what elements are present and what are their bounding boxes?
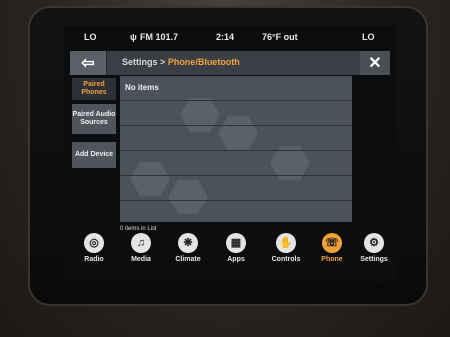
nav-label: Settings [360,256,388,263]
list-item: No items [120,76,352,101]
nav-radio[interactable]: ◎ Radio [72,230,116,282]
device-list[interactable]: No items [120,76,352,222]
nav-label: Phone [321,256,343,263]
list-row-empty [120,151,352,176]
list-row-empty [120,126,352,151]
list-row-empty [120,201,352,222]
phone-icon: ☏ [322,233,342,253]
radio-station: FM 101.7 [140,32,179,42]
nav-label: Controls [271,256,301,263]
controls-icon: ✋ [276,233,296,253]
apps-icon: ▦ [226,233,246,253]
close-icon: ✕ [368,55,382,72]
nav-climate[interactable]: ❋ Climate [166,230,210,282]
clock: 2:14 [216,32,235,42]
climate-icon: ❋ [178,233,198,253]
gear-icon: ⚙ [364,233,384,253]
nav-label: Climate [175,256,201,263]
nav-media[interactable]: ♫ Media [119,230,163,282]
list-item-text: No items [125,83,159,92]
tab-paired-audio-sources[interactable]: Paired Audio Sources [72,104,116,134]
tab-paired-phones[interactable]: Paired Phones [72,78,116,100]
back-arrow-icon: ⇦ [81,55,95,72]
close-button[interactable]: ✕ [360,51,390,75]
breadcrumb: Settings > Phone/Bluetooth [122,57,240,67]
nav-label: Radio [84,256,104,263]
music-note-icon: ♫ [131,233,151,253]
left-temp[interactable]: LO [84,32,97,42]
breadcrumb-separator: > [160,57,166,67]
radio-signal-icon: ψ [130,32,137,42]
radio-icon: ◎ [84,233,104,253]
breadcrumb-current: Phone/Bluetooth [167,57,240,67]
nav-phone[interactable]: ☏ Phone [310,230,354,282]
bottom-nav: ◎ Radio ♫ Media ❋ Climate ▦ Apps ✋ Contr… [64,230,396,282]
right-temp[interactable]: LO [362,32,375,42]
back-button[interactable]: ⇦ [70,51,107,75]
infotainment-screen: LO ψ FM 101.7 2:14 76°F out LO ⇦ Setting… [64,26,396,282]
status-bar: LO ψ FM 101.7 2:14 76°F out LO [64,26,396,48]
list-row-empty [120,176,352,201]
breadcrumb-root: Settings [122,57,158,67]
nav-settings[interactable]: ⚙ Settings [352,230,396,282]
nav-label: Apps [227,256,245,263]
nav-controls[interactable]: ✋ Controls [264,230,308,282]
tab-label: Paired Phones [81,81,107,96]
outside-temp: 76°F out [262,32,298,42]
tab-label: Paired Audio Sources [72,111,116,126]
tab-add-device[interactable]: Add Device [72,142,116,168]
header-bar: ⇦ Settings > Phone/Bluetooth ✕ [70,51,390,75]
list-row-empty [120,101,352,126]
tab-label: Add Device [74,151,114,159]
nav-apps[interactable]: ▦ Apps [214,230,258,282]
nav-label: Media [131,256,151,263]
